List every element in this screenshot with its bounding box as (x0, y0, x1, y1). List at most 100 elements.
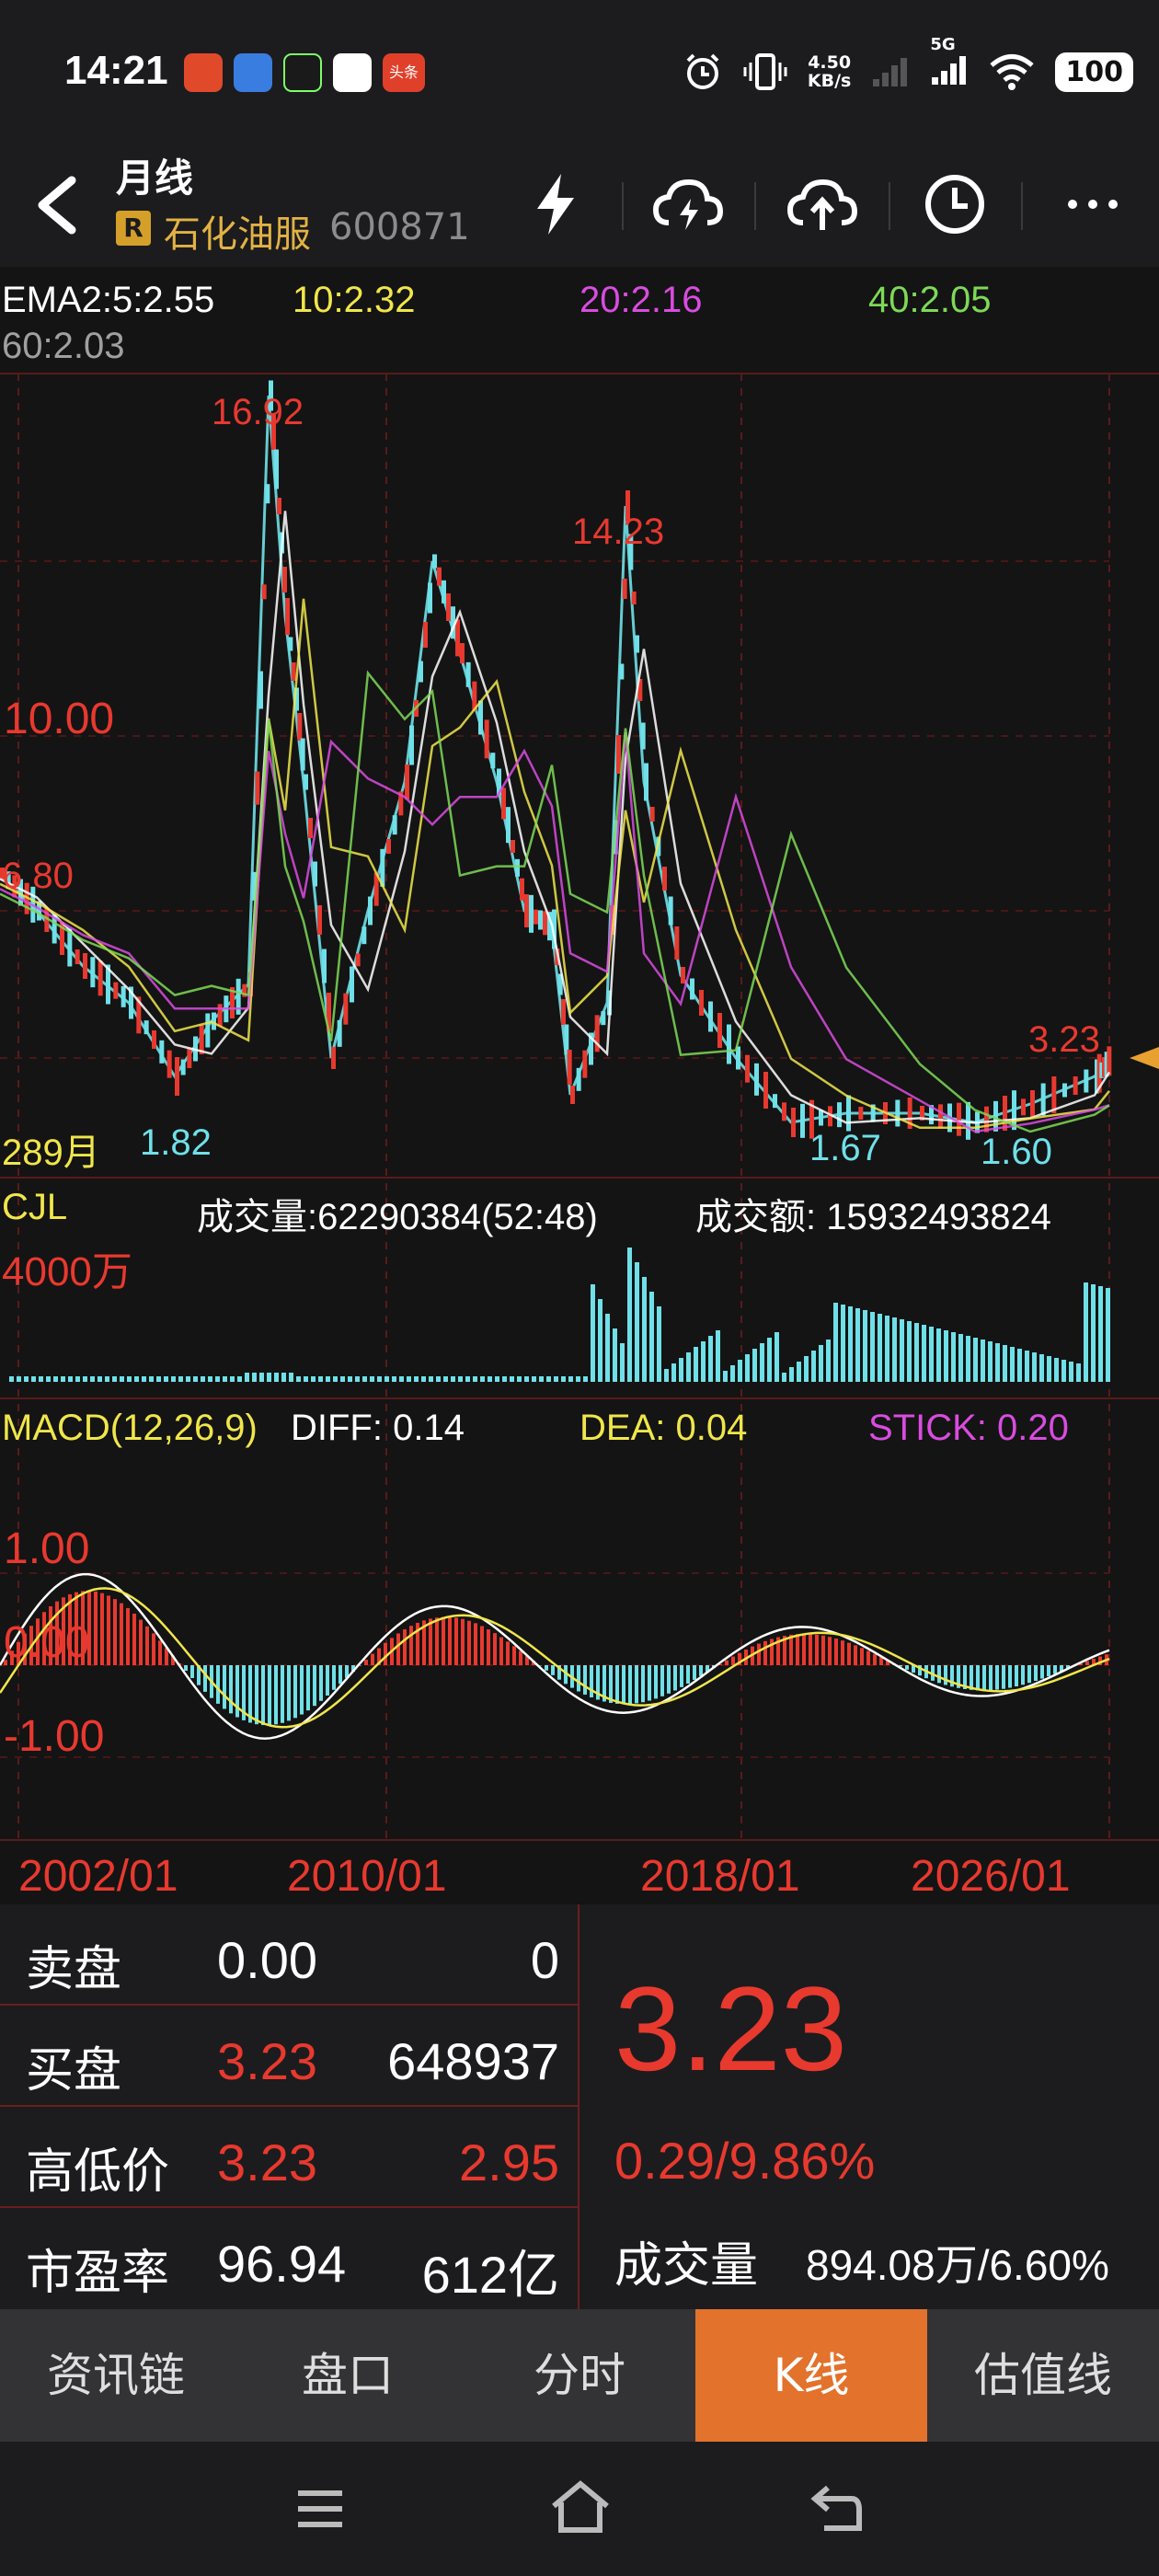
volume-bar (237, 1376, 242, 1382)
tab-valuation[interactable]: 估值线 (927, 2309, 1159, 2442)
candle (409, 725, 414, 765)
ema10-label: 10:2.32 (293, 280, 416, 320)
volume-bar (1039, 1354, 1044, 1382)
candle (437, 567, 442, 586)
candle (322, 949, 327, 983)
stock-name[interactable]: 石化油服 (164, 204, 311, 258)
divider (754, 182, 756, 230)
candle (727, 1024, 731, 1064)
cloud-download-button[interactable] (649, 166, 727, 243)
cloud-upload-button[interactable] (784, 166, 861, 243)
macd-bar (673, 1665, 677, 1691)
low1-label: 1.82 (140, 1122, 212, 1163)
candle (819, 1110, 823, 1126)
tab-intraday[interactable]: 分时 (464, 2309, 695, 2442)
ema-line (0, 511, 1111, 1124)
macd-bar (1002, 1665, 1005, 1689)
sell-label: 卖盘 (26, 1942, 122, 1997)
pe-row: 市盈率 96.94 612亿 (0, 2208, 580, 2309)
candle (261, 584, 267, 600)
volume-bar (642, 1277, 647, 1382)
more-button[interactable] (1054, 166, 1131, 243)
tab-news-chain[interactable]: 资讯链 (0, 2309, 232, 2442)
volume-bar (384, 1376, 389, 1382)
back-arrow-icon[interactable] (26, 173, 90, 237)
candle (180, 1059, 186, 1075)
volume-bar (61, 1376, 65, 1382)
volume-bar (583, 1376, 588, 1382)
back-nav-icon[interactable] (809, 2482, 865, 2534)
volume-bar (848, 1306, 853, 1382)
x-tick-2010: 2010/01 (287, 1852, 447, 1901)
candle (501, 788, 506, 820)
kline-chart-area[interactable]: EMA2:5:2.55 10:2.32 20:2.16 40:2.05 60:2… (0, 267, 1159, 1904)
candle (460, 643, 465, 663)
volume-bar (39, 1376, 43, 1382)
home-icon[interactable] (548, 2478, 613, 2536)
volume-bar (1091, 1284, 1096, 1382)
signal-strong-icon (932, 56, 967, 85)
volume-bar (245, 1373, 249, 1382)
price-line (0, 395, 1111, 1124)
ema20-label: 20:2.16 (580, 280, 703, 320)
status-bar: 14:21 头条 4.50 KB/s 5G 100 (0, 0, 1159, 138)
volume-bar (981, 1340, 985, 1382)
volume-bar (775, 1332, 779, 1382)
volume-bar (855, 1308, 860, 1382)
volume-bar (1106, 1288, 1110, 1382)
volume-bar (789, 1367, 794, 1382)
candle (515, 858, 520, 877)
macd-bar (989, 1665, 993, 1691)
candle (640, 722, 646, 750)
candle (288, 637, 293, 651)
volume-bar (1017, 1349, 1022, 1382)
volume-bar (90, 1376, 95, 1382)
volume-bar (568, 1376, 573, 1382)
volume-bar (1032, 1352, 1037, 1382)
volume-bar (1047, 1356, 1051, 1382)
candle (405, 765, 409, 799)
market-cap: 612亿 (421, 2246, 559, 2304)
lightning-button[interactable] (517, 166, 594, 243)
macd-bar (725, 1660, 729, 1665)
candle (484, 719, 489, 759)
macd-bar (615, 1665, 619, 1704)
volume-bar (164, 1376, 168, 1382)
macd-bar (841, 1640, 844, 1665)
menu-icon[interactable] (293, 2486, 348, 2532)
macd-bar (506, 1641, 510, 1665)
clock-icon (925, 175, 984, 234)
x-tick-2002: 2002/01 (18, 1852, 178, 1901)
volume-bar (841, 1305, 845, 1382)
volume-bar (318, 1376, 323, 1382)
volume-bar (524, 1376, 529, 1382)
volume-bar (1084, 1282, 1088, 1382)
volume-bar (922, 1325, 926, 1382)
tab-kline[interactable]: K线 (695, 2309, 927, 2442)
candle (966, 1101, 970, 1140)
app-icon-1 (184, 53, 223, 92)
quote-panel: 卖盘 0.00 0 买盘 3.23 648937 高低价 3.23 2.95 市… (0, 1904, 1159, 2309)
volume-bar (127, 1376, 132, 1382)
volume-bar (819, 1345, 823, 1382)
macd-bar (332, 1665, 336, 1690)
macd-bar (1085, 1661, 1089, 1665)
volume-bar (723, 1371, 728, 1382)
volume-bar (591, 1284, 595, 1382)
history-button[interactable] (916, 166, 993, 243)
volume-bar (635, 1262, 639, 1382)
current-price: 3.23 (614, 1961, 848, 2096)
macd-bar (293, 1665, 297, 1719)
buy-price: 3.23 (217, 2032, 317, 2090)
volume-bar (355, 1376, 360, 1382)
pe-value: 96.94 (217, 2235, 347, 2293)
candle (308, 818, 313, 838)
volume-bar (900, 1319, 904, 1382)
candle (511, 840, 515, 853)
buy-row: 买盘 3.23 648937 (0, 2006, 580, 2107)
macd-bar (667, 1665, 671, 1694)
macd-bar (937, 1665, 941, 1684)
candle (690, 978, 694, 1000)
tab-order-book[interactable]: 盘口 (232, 2309, 464, 2442)
notification-icons: 头条 (184, 53, 425, 92)
